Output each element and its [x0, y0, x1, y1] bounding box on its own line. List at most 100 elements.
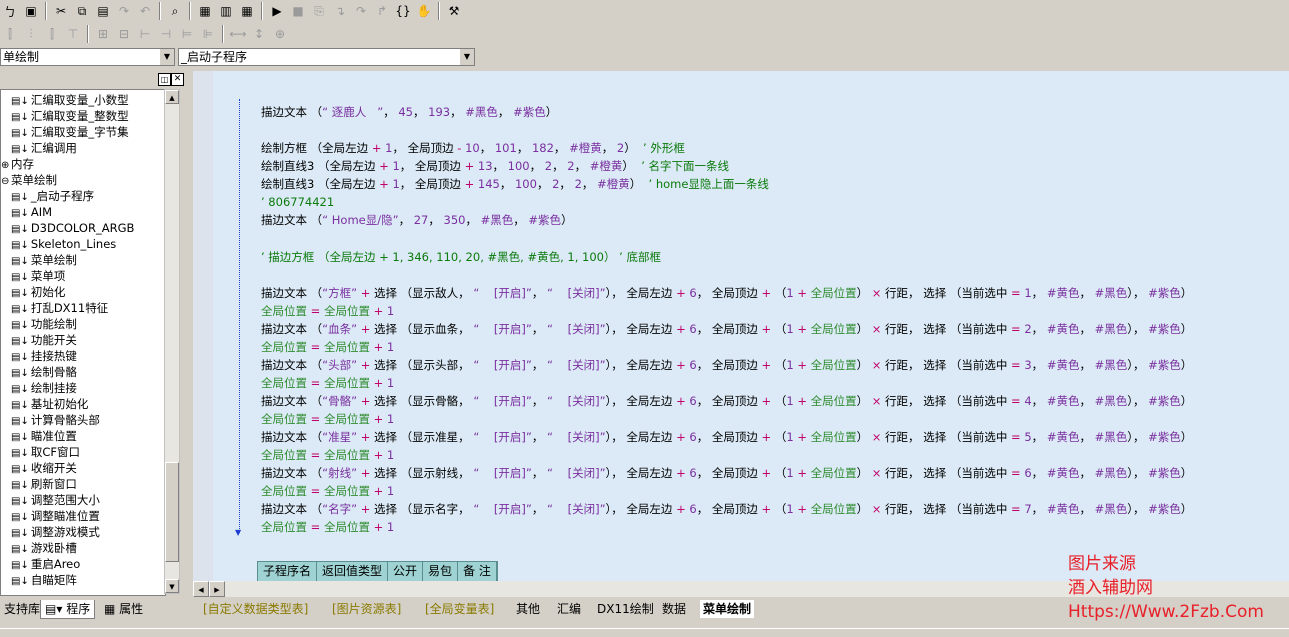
file-tab[interactable]: 菜单绘制: [700, 600, 755, 618]
tree-scrollbar[interactable]: ▲ ▼: [164, 89, 180, 594]
code-line[interactable]: 全局位置 = 全局位置 + 1: [261, 302, 394, 320]
tree-item[interactable]: ▤↓ 功能绘制: [11, 316, 77, 332]
tree-item[interactable]: ▤↓ 打乱DX11特征: [11, 300, 108, 316]
tree-item[interactable]: ▤↓ 挂接热键: [11, 348, 77, 364]
step-into-icon[interactable]: ↴: [330, 1, 350, 21]
cut-icon[interactable]: ✂: [51, 1, 71, 21]
tree-item[interactable]: ▤↓ 调整游戏模式: [11, 524, 100, 540]
step-out-icon[interactable]: ↱: [372, 1, 392, 21]
code-line[interactable]: ’ 描边方框 （全局左边 + 1, 346, 110, 20, #黑色, #黄色…: [261, 248, 661, 266]
tab-library[interactable]: 支持库: [0, 600, 45, 618]
tree-item[interactable]: ▤↓ 游戏卧槽: [11, 540, 77, 556]
distribute-h-icon[interactable]: ⊢: [135, 24, 155, 44]
undo-icon[interactable]: ↶: [135, 1, 155, 21]
file-tab[interactable]: 其他: [516, 600, 540, 618]
module-combo[interactable]: 单绘制 ▼: [0, 48, 175, 66]
program-tree[interactable]: ▤↓ 汇编取变量_小数型 ▤↓ 汇编取变量_整数型 ▤↓ 汇编取变量_字节集 ▤↓ 汇编调用 ⊕…: [0, 89, 166, 596]
chevron-down-icon[interactable]: ▼: [459, 49, 474, 65]
layout1-icon[interactable]: ▦: [195, 1, 215, 21]
step-icon[interactable]: ⎘: [309, 1, 329, 21]
file-tab[interactable]: [图片资源表]: [332, 600, 401, 618]
align-bottom-icon[interactable]: ⊟: [114, 24, 134, 44]
tree-item[interactable]: ▤↓ 收缩开关: [11, 460, 77, 476]
scroll-left-icon[interactable]: ◀: [193, 581, 209, 597]
code-line[interactable]: 绘制直线3 （全局左边 + 1， 全局顶边 + 13， 100， 2， 2， #…: [261, 157, 729, 175]
code-line[interactable]: 绘制直线3 （全局左边 + 1， 全局顶边 + 145， 100， 2， 2， …: [261, 175, 769, 193]
same-height-icon[interactable]: ⊫: [198, 24, 218, 44]
file-tab[interactable]: DX11绘制: [597, 600, 654, 618]
save-icon[interactable]: ▣: [21, 1, 41, 21]
chevron-down-icon[interactable]: ▼: [159, 49, 174, 65]
code-editor[interactable]: ▼ 描边文本 （“ 逐鹿人 ”， 45， 193， #黑色， #紫色） 绘制方框 …: [193, 71, 1289, 581]
code-line[interactable]: ’ 806774421: [261, 193, 334, 211]
redo-icon[interactable]: ↷: [114, 1, 134, 21]
code-line[interactable]: 全局位置 = 全局位置 + 1: [261, 374, 394, 392]
code-line[interactable]: 描边文本 （“ Home显/隐”， 27， 350， #黑色， #紫色）: [261, 211, 573, 229]
align-center-icon[interactable]: ⫶: [21, 24, 41, 44]
code-line[interactable]: 全局位置 = 全局位置 + 1: [261, 446, 394, 464]
scroll-up-icon[interactable]: ▲: [165, 90, 179, 104]
code-line[interactable]: 全局位置 = 全局位置 + 1: [261, 518, 394, 536]
scroll-thumb[interactable]: [165, 462, 179, 562]
code-line[interactable]: 绘制方框 （全局左边 + 1， 全局顶边 - 10， 101， 182， #橙黄…: [261, 139, 685, 157]
file-tab[interactable]: 汇编: [557, 600, 581, 618]
stop-icon[interactable]: ■: [288, 1, 308, 21]
scroll-down-icon[interactable]: ▼: [165, 579, 179, 593]
code-line[interactable]: 全局位置 = 全局位置 + 1: [261, 410, 394, 428]
tree-item[interactable]: ▤↓ 基址初始化: [11, 396, 88, 412]
hand-icon[interactable]: ✋: [414, 1, 434, 21]
tree-item[interactable]: ▤↓ 菜单绘制: [11, 252, 77, 268]
distribute-v-icon[interactable]: ⊣: [156, 24, 176, 44]
code-line[interactable]: 全局位置 = 全局位置 + 1: [261, 338, 394, 356]
tree-item[interactable]: ▤↓ 绘制挂接: [11, 380, 77, 396]
file-tab[interactable]: 数据: [662, 600, 686, 618]
layout2-icon[interactable]: ▥: [216, 1, 236, 21]
paste-icon[interactable]: ▤: [93, 1, 113, 21]
step-over-icon[interactable]: ↷: [351, 1, 371, 21]
code-line[interactable]: 描边文本 （“射线” + 选择 （显示射线， “ [开启]”， “ [关闭]”）…: [261, 464, 1192, 482]
tree-item[interactable]: ▤↓ 菜单项: [11, 268, 65, 284]
tree-item[interactable]: ▤↓ Skeleton_Lines: [11, 236, 116, 252]
tree-item[interactable]: ▤↓ 计算骨骼头部: [11, 412, 100, 428]
tree-item[interactable]: ▤↓ 汇编取变量_字节集: [11, 124, 129, 140]
width-icon[interactable]: ⟷: [228, 24, 248, 44]
file-tab[interactable]: [自定义数据类型表]: [203, 600, 308, 618]
tree-item[interactable]: ▤↓ 瞄准位置: [11, 428, 77, 444]
align-middle-icon[interactable]: ⊞: [93, 24, 113, 44]
tree-item[interactable]: ▤↓ 取CF窗口: [11, 444, 80, 460]
tree-item[interactable]: ▤↓ D3DCOLOR_ARGB: [11, 220, 134, 236]
tree-item[interactable]: ▤↓ 重启Areo: [11, 556, 80, 572]
find-icon[interactable]: ⌕: [165, 1, 185, 21]
tab-program[interactable]: ▤▾ 程序: [40, 600, 96, 619]
partial-left-icon[interactable]: ㄅ: [0, 1, 20, 21]
code-line[interactable]: 描边文本 （“准星” + 选择 （显示准星， “ [开启]”， “ [关闭]”）…: [261, 428, 1192, 446]
tree-item[interactable]: ▤↓ 汇编调用: [11, 140, 77, 156]
layout3-icon[interactable]: ▦: [237, 1, 257, 21]
align-top-icon[interactable]: ⊤: [63, 24, 83, 44]
close-icon[interactable]: ✕: [171, 73, 184, 86]
restore-icon[interactable]: ◫: [158, 73, 171, 86]
same-width-icon[interactable]: ⊨: [177, 24, 197, 44]
copy-icon[interactable]: ⧉: [72, 1, 92, 21]
code-line[interactable]: 描边文本 （“ 逐鹿人 ”， 45， 193， #黑色， #紫色）: [261, 103, 557, 121]
height-icon[interactable]: ↕: [249, 24, 269, 44]
tree-item[interactable]: ▤↓ 初始化: [11, 284, 65, 300]
tool-icon[interactable]: ⚒: [444, 1, 464, 21]
run-icon[interactable]: ▶: [267, 1, 287, 21]
tree-item[interactable]: ▤↓ 功能开关: [11, 332, 77, 348]
code-line[interactable]: 描边文本 （“血条” + 选择 （显示血条， “ [开启]”， “ [关闭]”）…: [261, 320, 1192, 338]
align-right-icon[interactable]: ⫿: [42, 24, 62, 44]
file-tab[interactable]: [全局变量表]: [425, 600, 494, 618]
tree-item[interactable]: ⊖ 菜单绘制: [1, 172, 57, 188]
code-line[interactable]: 全局位置 = 全局位置 + 1: [261, 482, 394, 500]
braces-icon[interactable]: {}: [393, 1, 413, 21]
code-line[interactable]: 描边文本 （“骨骼” + 选择 （显示骨骼， “ [开启]”， “ [关闭]”）…: [261, 392, 1192, 410]
tree-item[interactable]: ▤↓ 绘制骨骼: [11, 364, 77, 380]
tree-item[interactable]: ▤↓ 刷新窗口: [11, 476, 77, 492]
code-line[interactable]: 描边文本 （“头部” + 选择 （显示头部， “ [开启]”， “ [关闭]”）…: [261, 356, 1192, 374]
tree-item[interactable]: ▤↓ 汇编取变量_整数型: [11, 108, 129, 124]
tree-item[interactable]: ▤↓ 自瞄矩阵: [11, 572, 77, 588]
tree-item[interactable]: ▤↓ 汇编取变量_小数型: [11, 92, 129, 108]
tree-item[interactable]: ▤↓ 调整瞄准位置: [11, 508, 100, 524]
code-line[interactable]: 描边文本 （“方框” + 选择 （显示敌人， “ [开启]”， “ [关闭]”）…: [261, 284, 1192, 302]
